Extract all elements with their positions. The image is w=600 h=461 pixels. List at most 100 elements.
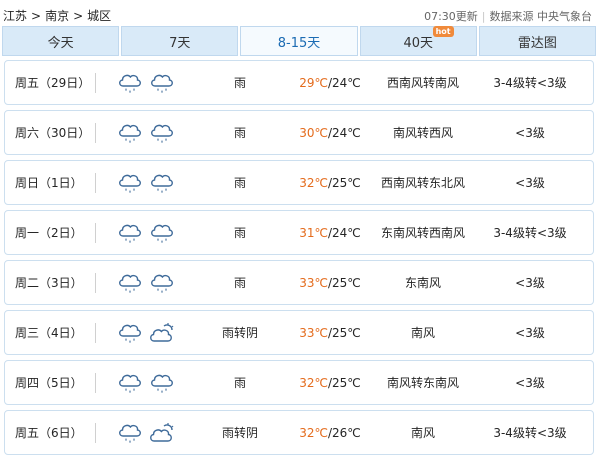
high-temp-unit: ℃ <box>314 325 328 340</box>
temperature: 29℃/24℃ <box>294 76 366 90</box>
rain-cloud-icon <box>119 224 141 243</box>
weather-icons <box>116 271 186 294</box>
high-temp: 32 <box>299 175 315 190</box>
high-temp-unit: ℃ <box>314 225 328 240</box>
breadcrumb-separator: > <box>31 9 42 23</box>
low-temp: 24 <box>332 225 348 240</box>
wind-level: <3级 <box>515 376 545 390</box>
breadcrumb-separator: > <box>73 9 84 23</box>
high-temp-unit: ℃ <box>314 425 328 440</box>
temperature: 33℃/25℃ <box>294 326 366 340</box>
low-temp-unit: ℃ <box>347 225 361 240</box>
forecast-row: 周一（2日） 雨 31℃/24℃ 东南风转西南风 3-4级转<3级 <box>4 210 594 255</box>
hot-badge: hot <box>432 26 454 37</box>
weather-icons <box>116 421 186 444</box>
wind-level: <3级 <box>515 276 545 290</box>
low-temp: 24 <box>332 75 348 90</box>
rain-cloud-icon <box>151 374 173 393</box>
forecast-row: 周二（3日） 雨 33℃/25℃ 东南风 <3级 <box>4 260 594 305</box>
forecast-row: 周三（4日） 雨转阴 33℃/25℃ 南风 <3级 <box>4 310 594 355</box>
forecast-row: 周五（6日） 雨转阴 32℃/26℃ 南风 3-4级转<3级 <box>4 410 594 455</box>
wind-level: <3级 <box>515 126 545 140</box>
temperature: 30℃/24℃ <box>294 126 366 140</box>
temperature: 31℃/24℃ <box>294 226 366 240</box>
condition-text: 雨 <box>233 126 246 140</box>
temperature: 32℃/25℃ <box>294 176 366 190</box>
tab-label: 8-15天 <box>277 35 321 51</box>
update-info: 07:30更新 | 数据来源 中央气象台 <box>424 8 592 24</box>
rain-cloud-icon <box>119 324 141 343</box>
row-divider <box>95 422 96 443</box>
low-temp: 24 <box>332 125 348 140</box>
day-label: 周五（29日） <box>15 76 91 90</box>
wind-level: 3-4级转<3级 <box>493 76 567 90</box>
high-temp: 30 <box>299 125 315 140</box>
condition-text: 雨 <box>233 226 246 240</box>
high-temp: 32 <box>299 375 315 390</box>
weather-icons <box>116 121 186 144</box>
tab-3[interactable]: 40天 hot <box>359 26 477 56</box>
condition-text: 雨 <box>233 176 246 190</box>
high-temp: 33 <box>299 325 315 340</box>
row-divider <box>95 372 96 393</box>
high-temp-unit: ℃ <box>314 75 328 90</box>
tab-0[interactable]: 今天 <box>2 26 120 56</box>
tab-2[interactable]: 8-15天 <box>240 26 358 56</box>
wind-direction: 南风转东南风 <box>386 376 459 390</box>
overcast-cloud-icon <box>150 423 174 442</box>
low-temp-unit: ℃ <box>347 175 361 190</box>
low-temp-unit: ℃ <box>347 75 361 90</box>
weather-icons <box>116 221 186 244</box>
tab-1[interactable]: 7天 <box>121 26 239 56</box>
wind-level: <3级 <box>515 176 545 190</box>
rain-cloud-icon <box>151 74 173 93</box>
rain-cloud-icon <box>119 74 141 93</box>
wind-direction: 南风 <box>410 326 435 340</box>
data-source: 数据来源 中央气象台 <box>489 10 593 23</box>
tab-label: 今天 <box>47 35 74 51</box>
wind-level: <3级 <box>515 326 545 340</box>
day-label: 周一（2日） <box>15 226 83 240</box>
high-temp: 33 <box>299 275 315 290</box>
rain-cloud-icon <box>151 174 173 193</box>
row-divider <box>95 172 96 193</box>
tab-4[interactable]: 雷达图 <box>478 26 597 56</box>
low-temp: 25 <box>332 175 348 190</box>
wind-direction: 西南风转南风 <box>386 76 459 90</box>
breadcrumb-city[interactable]: 南京 <box>45 9 69 23</box>
rain-cloud-icon <box>119 274 141 293</box>
day-label: 周六（30日） <box>15 126 91 140</box>
low-temp-unit: ℃ <box>347 375 361 390</box>
breadcrumb-province[interactable]: 江苏 <box>3 9 27 23</box>
rain-cloud-icon <box>119 424 141 443</box>
condition-text: 雨 <box>233 276 246 290</box>
high-temp: 32 <box>299 425 315 440</box>
weather-icons <box>116 171 186 194</box>
breadcrumb: 江苏 > 南京 > 城区 <box>3 7 111 24</box>
low-temp: 25 <box>332 325 348 340</box>
update-time: 07:30更新 <box>424 10 478 23</box>
forecast-row: 周五（29日） 雨 29℃/24℃ 西南风转南风 3-4级转<3级 <box>4 60 594 105</box>
row-divider <box>95 122 96 143</box>
day-label: 周四（5日） <box>15 376 83 390</box>
temperature: 33℃/25℃ <box>294 276 366 290</box>
row-divider <box>95 222 96 243</box>
high-temp-unit: ℃ <box>314 275 328 290</box>
day-label: 周五（6日） <box>15 426 83 440</box>
row-divider <box>95 322 96 343</box>
wind-direction: 南风 <box>410 426 435 440</box>
forecast-row: 周六（30日） 雨 30℃/24℃ 南风转西风 <3级 <box>4 110 594 155</box>
low-temp: 25 <box>332 275 348 290</box>
wind-level: 3-4级转<3级 <box>493 226 567 240</box>
rain-cloud-icon <box>151 274 173 293</box>
condition-text: 雨转阴 <box>221 326 258 340</box>
overcast-cloud-icon <box>150 323 174 342</box>
forecast-row: 周日（1日） 雨 32℃/25℃ 西南风转东北风 <3级 <box>4 160 594 205</box>
breadcrumb-district: 城区 <box>87 9 112 23</box>
day-label: 周二（3日） <box>15 276 83 290</box>
condition-text: 雨 <box>233 376 246 390</box>
meta-divider: | <box>481 10 486 23</box>
rain-cloud-icon <box>151 224 173 243</box>
tab-label: 7天 <box>169 35 191 51</box>
row-divider <box>95 72 96 93</box>
